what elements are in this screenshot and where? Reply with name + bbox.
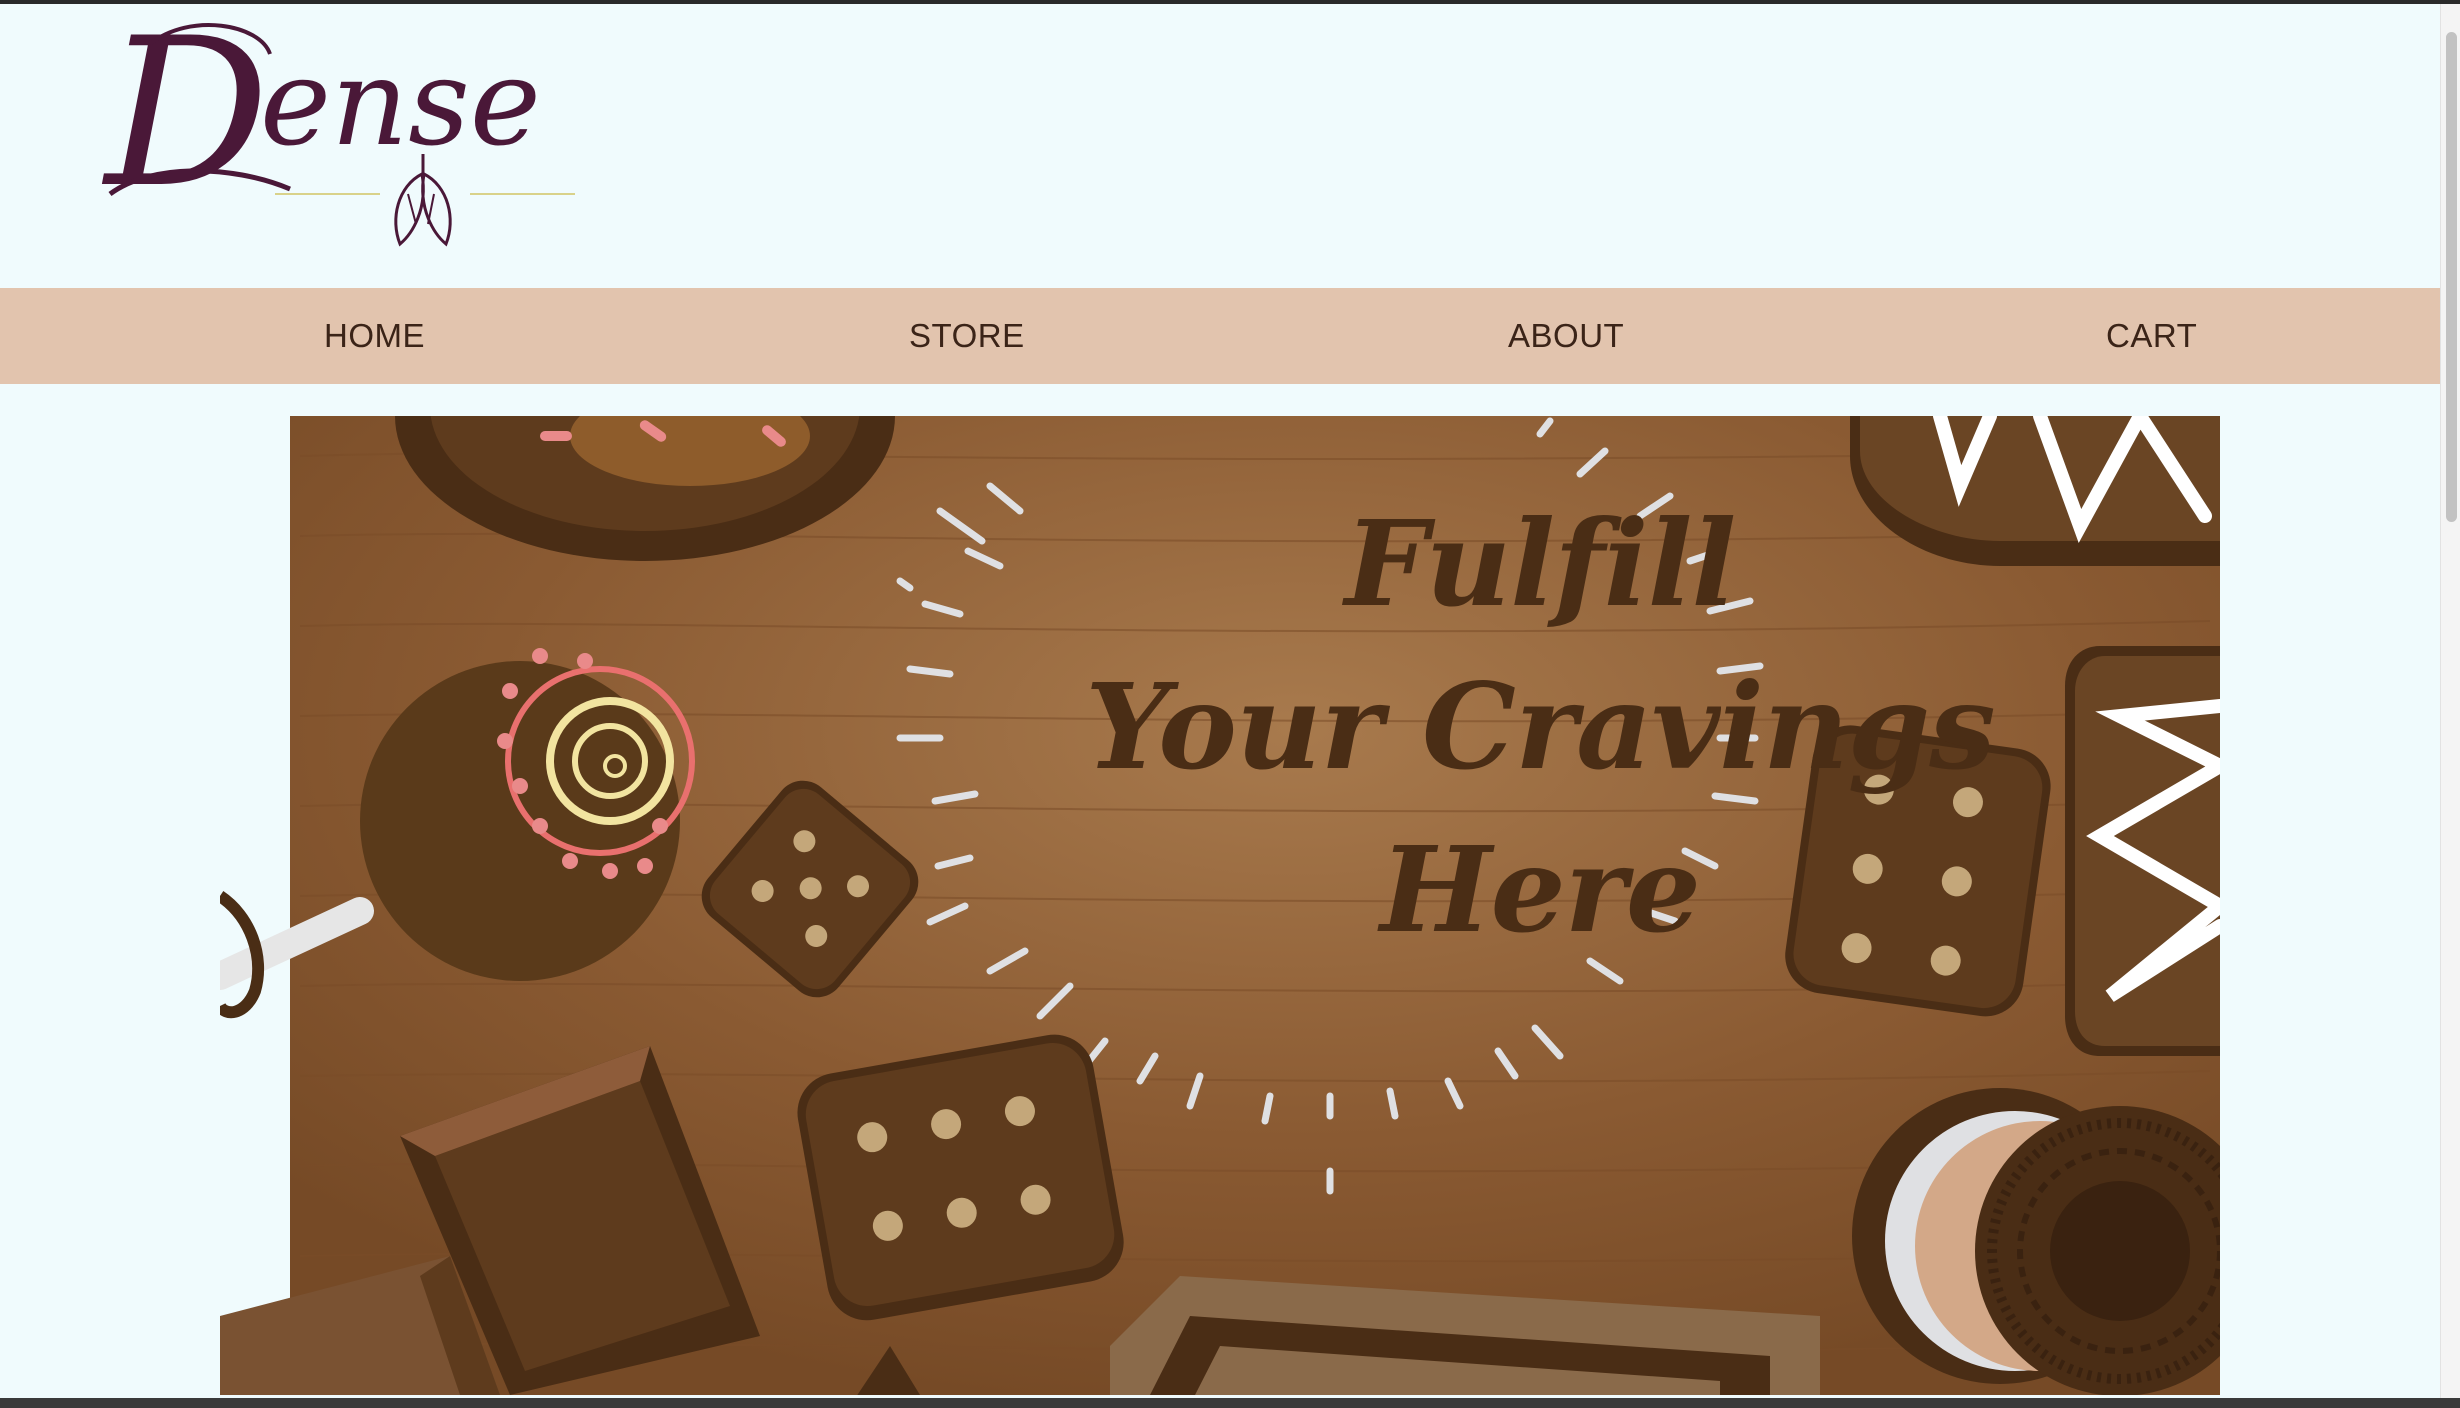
hero-headline: Fulfill Your Cravings Here: [940, 482, 2140, 971]
nav-about-link[interactable]: ABOUT: [1508, 288, 1624, 384]
svg-text:ense: ense: [260, 34, 541, 173]
main-navigation: HOME STORE ABOUT CART: [0, 288, 2440, 384]
hero-line-1: Fulfill: [1344, 494, 1737, 633]
window-bottom-border: [0, 1398, 2460, 1408]
big-cracker-center: [797, 1034, 1124, 1321]
nav-store-link[interactable]: STORE: [909, 288, 1025, 384]
svg-text:D: D: [101, 14, 269, 233]
scrollbar-thumb[interactable]: [2446, 32, 2457, 522]
sandwich-cookie: [1852, 1088, 2220, 1395]
page-scrollbar[interactable]: [2440, 4, 2460, 1398]
dense-logo-mark: D ense: [101, 14, 575, 247]
hero-line-2: Your Cravings: [1085, 657, 1995, 796]
hero-line-3: Here: [1380, 820, 1701, 959]
hero-banner: Fulfill Your Cravings Here: [220, 416, 2220, 1395]
nav-home-link[interactable]: HOME: [324, 288, 425, 384]
brand-logo[interactable]: D ense: [90, 14, 590, 254]
nav-cart-link[interactable]: CART: [2106, 288, 2197, 384]
window-top-border: [0, 0, 2460, 4]
